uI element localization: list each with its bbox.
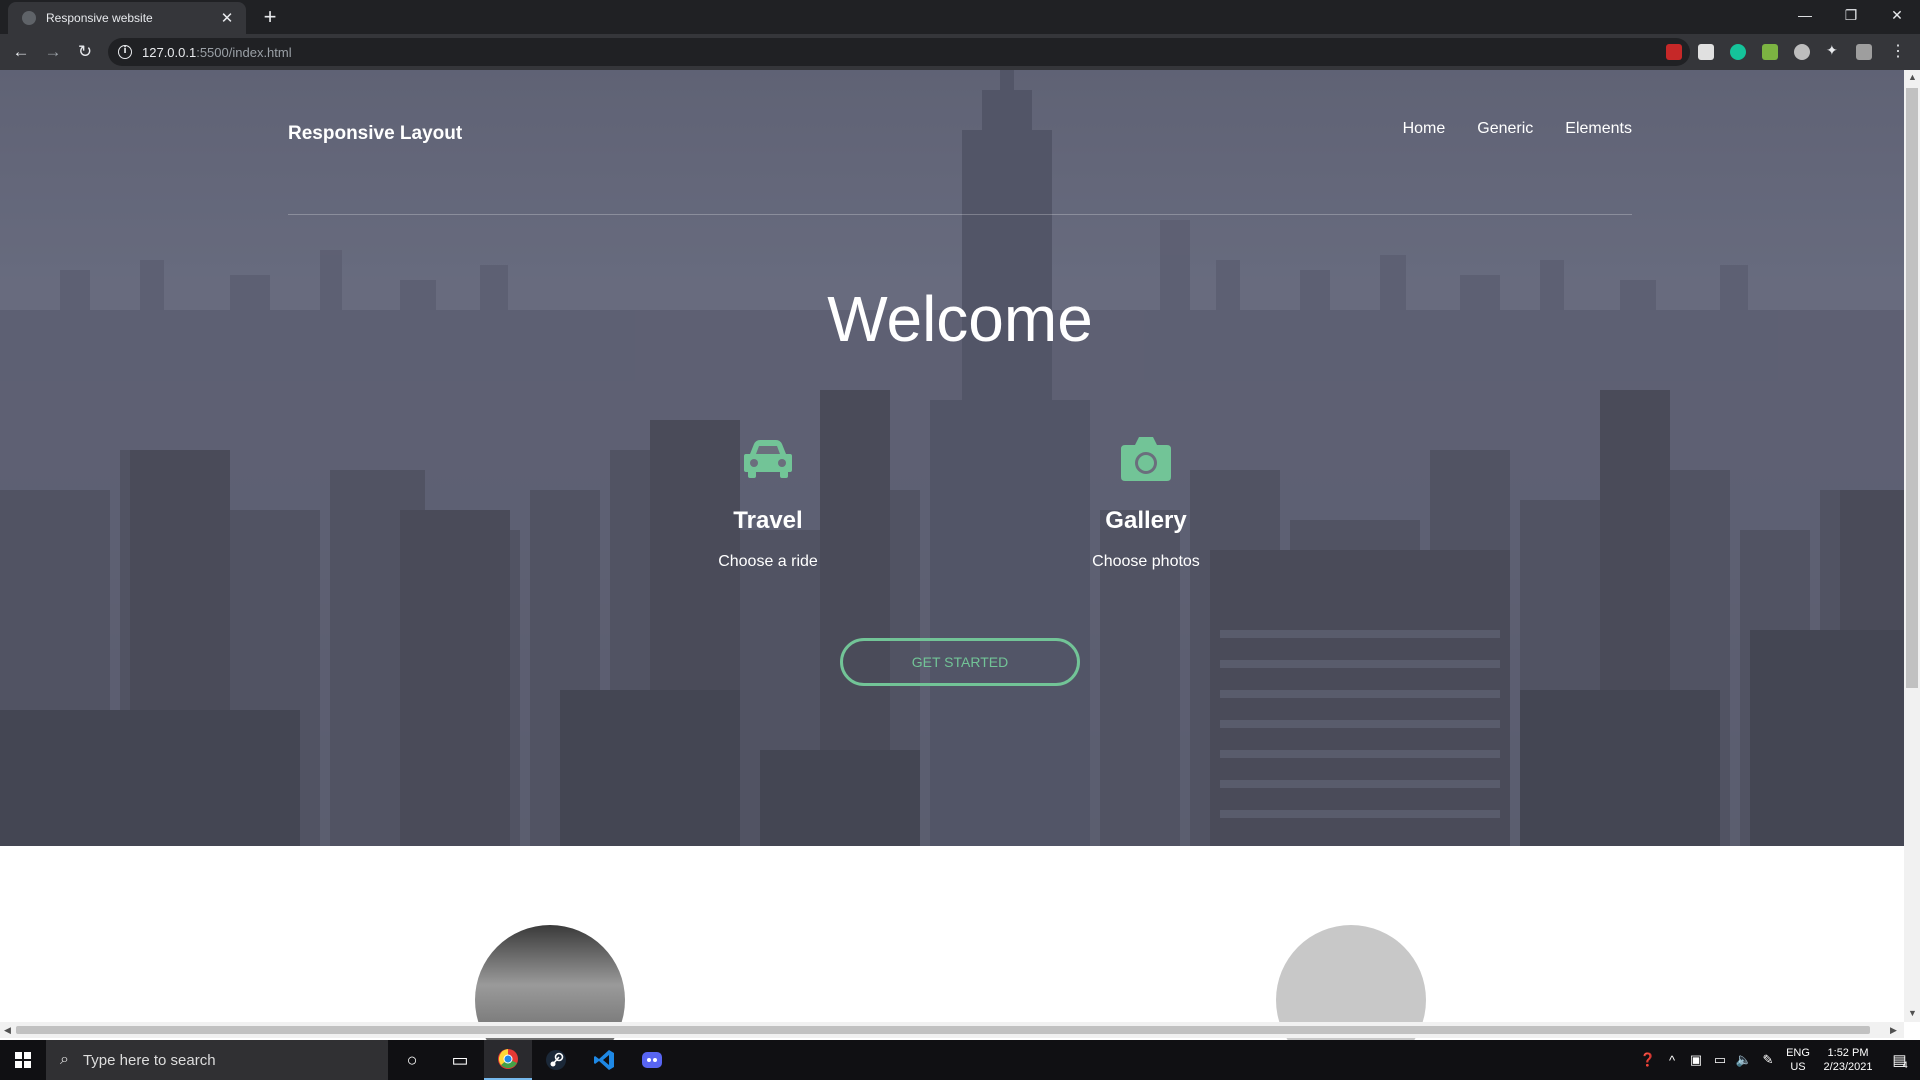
horizontal-scroll-thumb[interactable] [16,1026,1870,1034]
scroll-right-icon[interactable]: ▶ [1890,1025,1897,1036]
extension-white-icon[interactable] [1698,44,1714,60]
new-tab-button[interactable]: + [258,4,282,30]
extension-red-icon[interactable] [1666,44,1682,60]
hero-section: Responsive Layout Home Generic Elements … [0,70,1904,846]
clock[interactable]: 1:52 PM 2/23/2021 [1816,1046,1880,1074]
notification-count: 4 [1902,1060,1908,1070]
feature-text: Choose photos [1092,553,1200,570]
nav-generic[interactable]: Generic [1477,120,1533,138]
feature-title: Gallery [1105,507,1187,534]
grammarly-icon[interactable] [1730,44,1746,60]
feature-text: Choose a ride [718,553,818,570]
hero-divider [288,214,1632,215]
minimize-icon[interactable]: — [1782,0,1828,30]
chevron-up-icon[interactable]: ^ [1660,1053,1684,1068]
pen-icon[interactable]: ✎ [1756,1052,1780,1068]
camera-icon [1026,435,1266,483]
close-window-icon[interactable]: ✕ [1874,0,1920,30]
lang-region: US [1790,1061,1806,1073]
page-viewport: Responsive Layout Home Generic Elements … [0,70,1904,1022]
browser-toolbar: ← → ↻ i 127.0.0.1:5500/index.html ☆ ✦ ⋮ [0,34,1920,70]
search-placeholder: Type here to search [82,1051,216,1069]
clock-time: 1:52 PM [1827,1047,1869,1059]
globe-icon [22,11,36,25]
reload-icon[interactable]: ↻ [72,39,98,65]
clock-date: 2/23/2021 [1823,1061,1873,1073]
get-started-button[interactable]: GET STARTED [840,638,1080,686]
nav-elements[interactable]: Elements [1565,120,1632,138]
browser-tab[interactable]: Responsive website ✕ [8,2,246,34]
notification-icon[interactable]: ▤ 4 [1880,1040,1920,1080]
task-view-icon[interactable]: ▭ [436,1040,484,1080]
close-tab-icon[interactable]: ✕ [218,9,236,27]
cortana-icon[interactable]: ○ [388,1040,436,1080]
steam-icon[interactable] [532,1040,580,1080]
system-tray: ❓ ^ ▣ ▭ 🔈 ✎ ENG US 1:52 PM 2/23/2021 ▤ 4 [1636,1040,1920,1080]
site-nav: Home Generic Elements [1403,120,1632,138]
taskbar: ⌕ Type here to search ○ ▭ ❓ ^ ▣ ▭ 🔈 ✎ EN… [0,1040,1920,1080]
battery-icon[interactable]: ▭ [1708,1052,1732,1068]
nav-home[interactable]: Home [1403,120,1446,138]
back-arrow-icon[interactable]: ← [8,39,34,65]
volume-icon[interactable]: 🔈 [1732,1052,1756,1068]
lang-code: ENG [1786,1047,1810,1059]
extension-circle-icon[interactable] [1794,44,1810,60]
restore-icon[interactable]: ❐ [1828,0,1874,30]
browser-tab-bar: Responsive website ✕ + — ❐ ✕ [0,0,1920,34]
window-controls: — ❐ ✕ [1782,0,1920,34]
hero-heading: Welcome [827,283,1093,355]
url-host: 127.0.0.1 [142,44,197,60]
car-icon [648,435,888,483]
scroll-up-icon[interactable]: ▲ [1908,72,1917,82]
hero-overlay [0,70,1904,846]
forward-arrow-icon[interactable]: → [40,39,66,65]
search-icon: ⌕ [60,1051,69,1068]
info-icon[interactable]: i [118,45,132,59]
url-path: :5500/index.html [196,44,292,60]
taskbar-search-box[interactable]: ⌕ Type here to search [46,1040,388,1080]
network-icon[interactable]: ▣ [1684,1052,1708,1068]
scroll-down-icon[interactable]: ▼ [1908,1008,1917,1018]
discord-icon[interactable] [628,1040,676,1080]
chrome-icon[interactable] [484,1040,532,1080]
help-icon[interactable]: ❓ [1636,1052,1660,1068]
feature-gallery: Gallery Choose photos [1026,435,1266,571]
site-brand[interactable]: Responsive Layout [288,123,462,145]
feature-title: Travel [733,507,803,534]
language-indicator[interactable]: ENG US [1780,1046,1816,1074]
feature-travel: Travel Choose a ride [648,435,888,571]
address-bar[interactable]: i 127.0.0.1:5500/index.html ☆ [108,38,1690,66]
windows-start-icon[interactable] [0,1040,46,1080]
extension-green-icon[interactable] [1762,44,1778,60]
vscode-icon[interactable] [580,1040,628,1080]
tab-title: Responsive website [46,11,153,25]
profile-avatar[interactable] [1856,44,1872,60]
scroll-left-icon[interactable]: ◀ [4,1025,11,1036]
extensions-puzzle-icon[interactable]: ✦ [1826,42,1842,58]
menu-dots-icon[interactable]: ⋮ [1890,41,1906,60]
vertical-scroll-thumb[interactable] [1906,88,1918,688]
